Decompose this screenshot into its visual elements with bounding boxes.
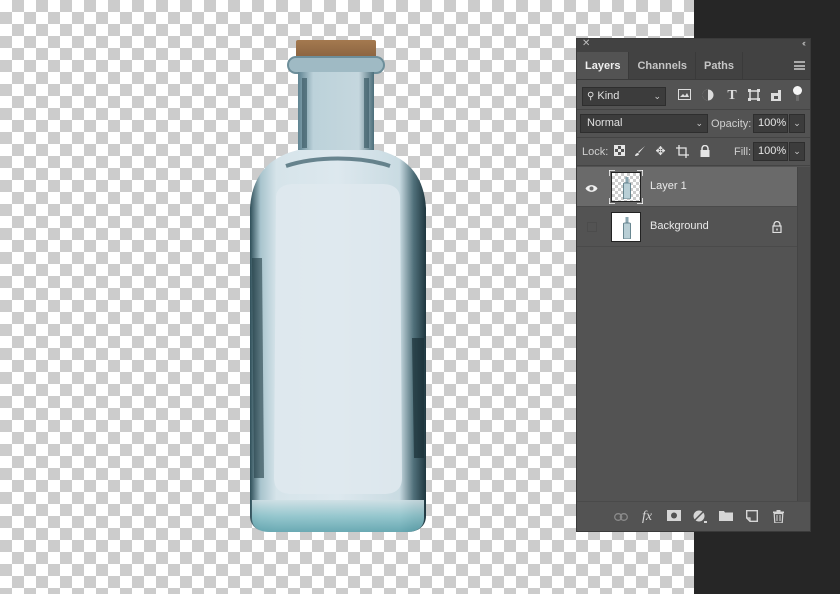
panel-tabs: Layers Channels Paths <box>577 52 810 80</box>
adjustment-layer-icon[interactable] <box>692 510 708 524</box>
layers-list: Layer 1 Background <box>577 167 798 501</box>
tab-layers[interactable]: Layers <box>577 52 629 79</box>
bottle-base <box>252 500 424 532</box>
bottle-neck <box>298 72 374 152</box>
opacity-input[interactable]: 100% <box>753 114 788 133</box>
lock-all-icon[interactable] <box>698 144 711 158</box>
close-icon[interactable]: ✕ <box>582 38 590 49</box>
layers-scrollbar[interactable] <box>797 167 810 501</box>
link-layers-icon[interactable] <box>613 510 629 524</box>
layer-name[interactable]: Layer 1 <box>650 180 687 192</box>
filter-toggle-icon[interactable] <box>793 86 802 101</box>
fill-label: Fill: <box>734 146 752 158</box>
panel-title-bar[interactable]: ✕ ‹‹ <box>577 38 810 52</box>
lock-label: Lock: <box>582 146 609 158</box>
filter-row: ⚲ Kind ⌄ T <box>577 80 810 109</box>
opacity-dropdown-button[interactable]: ⌄ <box>789 114 805 133</box>
tab-channels[interactable]: Channels <box>629 52 695 79</box>
bottle-lip <box>287 56 385 74</box>
adjustment-filter-icon[interactable] <box>701 89 715 103</box>
visibility-toggle[interactable] <box>587 222 597 232</box>
lock-row: Lock: ✥ Fill: 100% ⌄ <box>577 138 810 165</box>
new-group-icon[interactable] <box>718 510 734 524</box>
fx-icon[interactable]: fx <box>639 510 655 524</box>
lock-transparent-pixels-icon[interactable] <box>613 145 626 158</box>
layer-name[interactable]: Background <box>650 220 709 232</box>
fill-dropdown-button[interactable]: ⌄ <box>789 142 805 161</box>
layers-panel: ✕ ‹‹ Layers Channels Paths ⚲ Kind ⌄ T No… <box>576 38 811 532</box>
chevron-down-icon: ⌄ <box>695 118 703 128</box>
lock-position-icon[interactable]: ✥ <box>654 145 667 158</box>
layer-row-background[interactable]: Background <box>577 207 798 247</box>
layer-row-layer-1[interactable]: Layer 1 <box>577 167 798 207</box>
layers-bottom-toolbar: fx <box>577 501 810 531</box>
blend-row: Normal ⌄ Opacity: 100% ⌄ <box>577 110 810 137</box>
chevron-down-icon: ⌄ <box>653 91 661 101</box>
shape-filter-icon[interactable] <box>747 89 761 103</box>
panel-menu-icon[interactable] <box>794 61 805 70</box>
layer-thumbnail[interactable] <box>611 212 641 242</box>
filter-kind-dropdown[interactable]: ⚲ Kind ⌄ <box>582 87 666 106</box>
lock-icon[interactable] <box>772 220 784 234</box>
add-mask-icon[interactable] <box>666 510 682 524</box>
fill-input[interactable]: 100% <box>753 142 788 161</box>
tab-paths[interactable]: Paths <box>696 52 742 79</box>
type-filter-icon[interactable]: T <box>725 89 739 103</box>
opacity-label: Opacity: <box>711 118 752 130</box>
lock-artboard-icon[interactable] <box>676 145 689 158</box>
filter-kind-label: Kind <box>597 90 620 102</box>
blend-mode-value: Normal <box>587 117 623 129</box>
thumbnail-bottle <box>623 177 631 199</box>
delete-layer-icon[interactable] <box>770 510 786 524</box>
double-chevron-icon[interactable]: ‹‹ <box>802 38 806 48</box>
tab-divider <box>741 52 743 79</box>
bottle-image <box>250 40 426 532</box>
thumbnail-bottle <box>623 217 631 239</box>
cork <box>296 40 376 58</box>
image-filter-icon[interactable] <box>677 89 691 103</box>
search-icon: ⚲ <box>587 91 595 102</box>
new-layer-icon[interactable] <box>744 510 760 524</box>
layer-thumbnail[interactable] <box>611 172 641 202</box>
blend-mode-dropdown[interactable]: Normal ⌄ <box>580 114 708 133</box>
smart-object-filter-icon[interactable] <box>769 89 783 103</box>
divider <box>577 165 810 166</box>
eye-icon[interactable] <box>585 181 598 192</box>
lock-image-pixels-icon[interactable] <box>633 145 646 158</box>
